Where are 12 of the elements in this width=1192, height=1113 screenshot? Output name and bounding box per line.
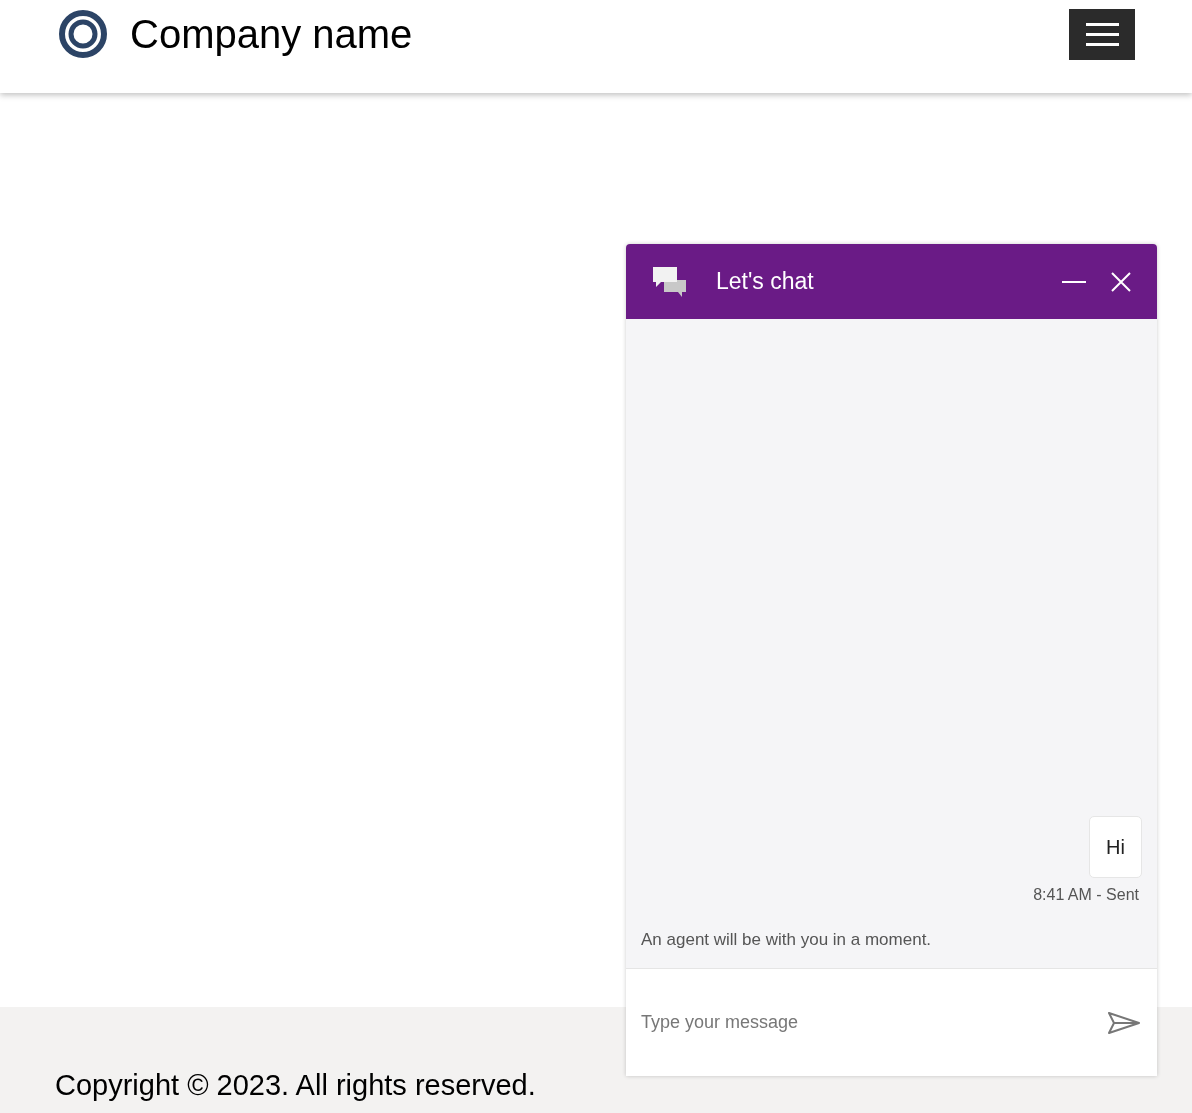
send-button[interactable] xyxy=(1107,1009,1141,1036)
message-bubble: Hi xyxy=(1089,815,1142,878)
company-name: Company name xyxy=(130,11,413,58)
chat-bubbles-icon xyxy=(652,265,688,298)
chat-title: Let's chat xyxy=(716,267,815,297)
message-input[interactable]: Type your message xyxy=(641,1009,1107,1036)
system-message: An agent will be with you in a moment. xyxy=(641,928,933,951)
ring-logo-icon xyxy=(58,9,108,59)
close-button[interactable] xyxy=(1110,270,1132,293)
message-meta: 8:41 AM - Sent xyxy=(1033,884,1139,905)
copyright-text: Copyright © 2023. All rights reserved. xyxy=(55,1067,536,1103)
menu-button[interactable] xyxy=(1069,9,1135,60)
